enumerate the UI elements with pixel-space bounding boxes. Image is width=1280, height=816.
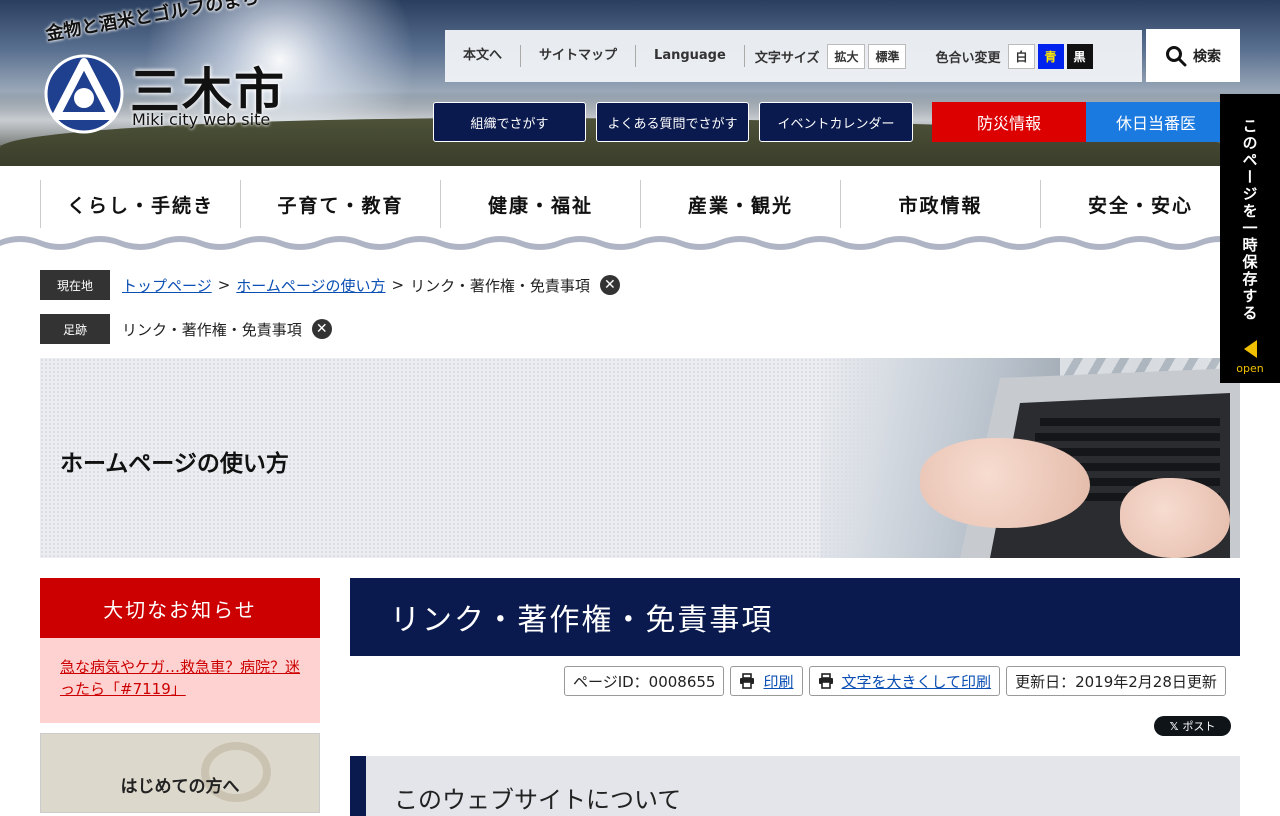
notice-link[interactable]: 急な病気やケガ…救急車？病院？迷ったら「#7119」 [60, 658, 300, 698]
breadcrumb: 現在地 トップページ > ホームページの使い方 > リンク・著作権・免責事項 ✕ [40, 270, 620, 300]
logo-tagline: 金物と酒米とゴルフのまち [44, 0, 261, 46]
x-post-label: ポスト [1182, 720, 1216, 733]
save-page-label: このページを一時保存する [1240, 118, 1259, 322]
gnav-living[interactable]: くらし・手続き [40, 180, 240, 228]
important-notice: 大切なお知らせ 急な病気やケガ…救急車？病院？迷ったら「#7119」 [40, 578, 320, 723]
gnav-city-admin[interactable]: 市政情報 [840, 180, 1040, 228]
search-label: 検索 [1193, 48, 1221, 65]
x-logo-icon: 𝕏 [1169, 719, 1179, 733]
font-size-label: 文字サイズ [754, 50, 820, 66]
open-arrow-icon [1243, 340, 1257, 358]
print-large-link[interactable]: 文字を大きくして印刷 [842, 671, 992, 692]
gnav-safety[interactable]: 安全・安心 [1040, 180, 1240, 228]
category-hero: ホームページの使い方 [40, 358, 1240, 558]
page-title: リンク・著作権・免責事項 [350, 578, 1240, 656]
color-white-button[interactable]: 白 [1008, 43, 1035, 69]
first-visit-label: はじめての方へ [120, 777, 240, 797]
notice-title: 大切なお知らせ [40, 578, 320, 638]
open-label: open [1236, 362, 1264, 375]
page-id: ページID：0008655 [564, 666, 725, 696]
footprint: 足跡 リンク・著作権・免責事項 ✕ [40, 314, 332, 344]
utility-toolbar: 本文へ サイトマップ Language 文字サイズ 拡大 標準 色合い変更 白 … [445, 30, 1142, 82]
breadcrumb-separator: > [217, 276, 231, 294]
search-by-organization-button[interactable]: 組織でさがす [433, 102, 586, 142]
close-icon[interactable]: ✕ [311, 319, 332, 339]
breadcrumb-current: リンク・著作権・免責事項 [410, 276, 590, 295]
search-button[interactable]: 検索 [1146, 29, 1240, 82]
holiday-doctor-button[interactable]: 休日当番医 [1086, 102, 1226, 142]
hero-hand-right [1120, 478, 1230, 558]
hero-hand-left [920, 438, 1090, 528]
printer-icon [818, 673, 833, 689]
color-group: 色合い変更 白 青 黒 [909, 43, 1095, 69]
search-icon [1166, 45, 1187, 66]
print-large-button[interactable]: 文字を大きくして印刷 [808, 666, 1001, 696]
color-blue-button[interactable]: 青 [1037, 43, 1064, 69]
wave-divider [0, 236, 1280, 258]
site-subtitle: Miki city web site [132, 110, 271, 129]
breadcrumb-top-link[interactable]: トップページ [122, 275, 212, 296]
gnav-health[interactable]: 健康・福祉 [440, 180, 640, 228]
category-title: ホームページの使い方 [60, 451, 289, 477]
gnav-childcare[interactable]: 子育て・教育 [240, 180, 440, 228]
font-size-group: 文字サイズ 拡大 標準 [745, 43, 910, 69]
print-button[interactable]: 印刷 [730, 666, 803, 696]
breadcrumb-label: 現在地 [40, 270, 110, 300]
site-logo[interactable]: 金物と酒米とゴルフのまち 三木市 Miki city web site [40, 0, 290, 138]
language-link[interactable]: Language [636, 45, 745, 67]
close-icon[interactable]: ✕ [599, 275, 620, 295]
color-black-button[interactable]: 黒 [1066, 43, 1093, 69]
city-emblem-icon [44, 54, 124, 134]
page-meta: ページID：0008655 印刷 文字を大きくして印刷 更新日：2019年2月2… [564, 666, 1226, 696]
font-large-button[interactable]: 拡大 [827, 43, 866, 69]
breadcrumb-separator: > [391, 276, 405, 294]
first-visit-banner[interactable]: はじめての方へ [40, 733, 320, 813]
event-calendar-button[interactable]: イベントカレンダー [759, 102, 913, 142]
x-post-button[interactable]: 𝕏 ポスト [1154, 716, 1231, 736]
sitemap-link[interactable]: サイトマップ [521, 45, 637, 67]
notice-body: 急な病気やケガ…救急車？病院？迷ったら「#7119」 [40, 638, 320, 723]
gnav-industry[interactable]: 産業・観光 [640, 180, 840, 228]
updated-date: 更新日：2019年2月28日更新 [1006, 666, 1226, 696]
print-link[interactable]: 印刷 [763, 671, 793, 692]
global-nav: くらし・手続き 子育て・教育 健康・福祉 産業・観光 市政情報 安全・安心 [40, 180, 1240, 228]
printer-icon [740, 673, 755, 689]
save-page-tab[interactable]: このページを一時保存する open [1220, 94, 1280, 383]
section-heading: このウェブサイトについて [350, 756, 1240, 816]
site-header: 金物と酒米とゴルフのまち 三木市 Miki city web site 本文へ … [0, 0, 1280, 166]
disaster-info-button[interactable]: 防災情報 [932, 102, 1086, 142]
skip-to-content-link[interactable]: 本文へ [445, 45, 522, 67]
footprint-label: 足跡 [40, 314, 110, 344]
color-label: 色合い変更 [935, 50, 1001, 66]
footprint-item[interactable]: リンク・著作権・免責事項 [122, 319, 302, 340]
search-faq-button[interactable]: よくある質問でさがす [596, 102, 749, 142]
font-normal-button[interactable]: 標準 [868, 43, 907, 69]
breadcrumb-howto-link[interactable]: ホームページの使い方 [236, 275, 385, 296]
